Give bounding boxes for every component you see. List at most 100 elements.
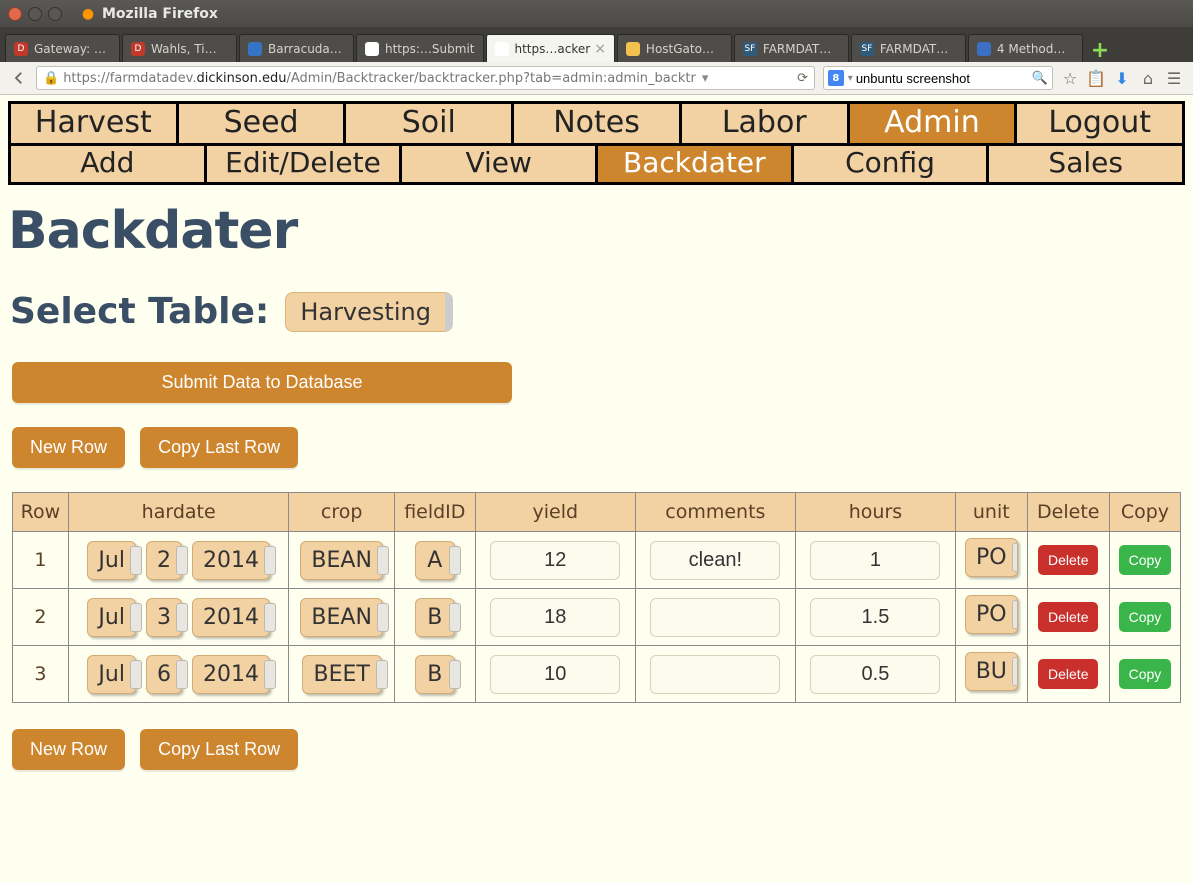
tab-label: https:…Submit xyxy=(385,42,475,56)
main-nav-soil[interactable]: Soil xyxy=(346,104,514,143)
copy-last-row-button-bottom[interactable]: Copy Last Row xyxy=(140,729,298,770)
crop-select[interactable]: BEAN xyxy=(300,598,383,637)
sub-nav-config[interactable]: Config xyxy=(794,146,990,182)
yield-input[interactable] xyxy=(490,541,620,580)
browser-tab[interactable]: Barracuda… xyxy=(239,34,354,62)
back-button[interactable] xyxy=(6,65,32,91)
submit-button[interactable]: Submit Data to Database xyxy=(12,362,512,403)
tab-label: Gateway: … xyxy=(34,42,106,56)
yield-input[interactable] xyxy=(490,598,620,637)
hours-input[interactable] xyxy=(810,541,940,580)
url-bar[interactable]: 🔒 https://farmdatadev.dickinson.edu/Admi… xyxy=(36,66,815,90)
delete-row-button[interactable]: Delete xyxy=(1038,602,1098,632)
copy-row-button[interactable]: Copy xyxy=(1119,545,1172,575)
unit-select[interactable]: PO xyxy=(965,538,1018,577)
browser-tab[interactable]: https:…Submit xyxy=(356,34,484,62)
field-select[interactable]: B xyxy=(415,655,455,694)
field-select[interactable]: B xyxy=(415,598,455,637)
window-minimize-button[interactable] xyxy=(28,7,42,21)
delete-row-button[interactable]: Delete xyxy=(1038,545,1098,575)
year-select[interactable]: 2014 xyxy=(192,541,270,580)
search-bar[interactable]: 8 ▾ 🔍 xyxy=(823,66,1053,90)
new-row-button-bottom[interactable]: New Row xyxy=(12,729,125,770)
copy-row-button[interactable]: Copy xyxy=(1119,659,1172,689)
tab-favicon: SF xyxy=(860,42,874,56)
browser-tab[interactable]: HostGato… xyxy=(617,34,732,62)
month-select[interactable]: Jul xyxy=(87,541,136,580)
browser-navbar: 🔒 https://farmdatadev.dickinson.edu/Admi… xyxy=(0,62,1193,95)
sub-nav-view[interactable]: View xyxy=(402,146,598,182)
field-select[interactable]: A xyxy=(415,541,455,580)
yield-input[interactable] xyxy=(490,655,620,694)
delete-row-button[interactable]: Delete xyxy=(1038,659,1098,689)
year-select[interactable]: 2014 xyxy=(192,598,270,637)
url-proto: https:// xyxy=(63,71,110,86)
tab-favicon: SF xyxy=(743,42,757,56)
copy-row-button[interactable]: Copy xyxy=(1119,602,1172,632)
table-row: 2Jul32014BEANBPODeleteCopy xyxy=(13,589,1181,646)
google-icon: 8 xyxy=(828,70,844,86)
day-select[interactable]: 2 xyxy=(146,541,182,580)
copy-last-row-button-top[interactable]: Copy Last Row xyxy=(140,427,298,468)
main-nav-admin[interactable]: Admin xyxy=(850,104,1018,143)
crop-select[interactable]: BEAN xyxy=(300,541,383,580)
sub-nav-editdelete[interactable]: Edit/Delete xyxy=(207,146,403,182)
comments-input[interactable] xyxy=(650,598,780,637)
tab-favicon xyxy=(495,42,509,56)
unit-select[interactable]: PO xyxy=(965,595,1018,634)
bookmark-star-icon[interactable]: ☆ xyxy=(1057,65,1083,91)
menu-icon[interactable]: ☰ xyxy=(1161,65,1187,91)
data-table: RowhardatecropfieldIDyieldcommentshoursu… xyxy=(12,492,1181,703)
sub-nav-add[interactable]: Add xyxy=(11,146,207,182)
main-nav-seed[interactable]: Seed xyxy=(179,104,347,143)
reload-button[interactable]: ⟳ xyxy=(797,71,808,86)
clipboard-icon[interactable]: 📋 xyxy=(1083,65,1109,91)
sub-nav-sales[interactable]: Sales xyxy=(989,146,1182,182)
home-icon[interactable]: ⌂ xyxy=(1135,65,1161,91)
col-unit: unit xyxy=(955,493,1027,532)
hours-input[interactable] xyxy=(810,655,940,694)
month-select[interactable]: Jul xyxy=(87,655,136,694)
hours-input[interactable] xyxy=(810,598,940,637)
window-title: Mozilla Firefox xyxy=(102,6,218,22)
table-row: 3Jul62014BEETBBUDeleteCopy xyxy=(13,646,1181,703)
search-input[interactable] xyxy=(856,71,1032,86)
browser-tab[interactable]: SFFARMDAT… xyxy=(734,34,849,62)
comments-input[interactable] xyxy=(650,655,780,694)
window-titlebar: ● Mozilla Firefox xyxy=(0,0,1193,27)
browser-tab[interactable]: DGateway: … xyxy=(5,34,120,62)
browser-tab[interactable]: 4 Method… xyxy=(968,34,1083,62)
browser-tab[interactable]: SFFARMDAT… xyxy=(851,34,966,62)
day-select[interactable]: 6 xyxy=(146,655,182,694)
main-nav-logout[interactable]: Logout xyxy=(1017,104,1182,143)
browser-tab[interactable]: DWahls, Ti… xyxy=(122,34,237,62)
tab-favicon xyxy=(365,42,379,56)
unit-select[interactable]: BU xyxy=(965,652,1018,691)
main-nav-notes[interactable]: Notes xyxy=(514,104,682,143)
tab-close-icon[interactable]: × xyxy=(590,41,606,57)
table-select-value: Harvesting xyxy=(300,298,431,326)
new-tab-button[interactable]: + xyxy=(1088,38,1112,62)
comments-input[interactable] xyxy=(650,541,780,580)
day-select[interactable]: 3 xyxy=(146,598,182,637)
main-nav-labor[interactable]: Labor xyxy=(682,104,850,143)
new-row-button-top[interactable]: New Row xyxy=(12,427,125,468)
downloads-icon[interactable]: ⬇ xyxy=(1109,65,1135,91)
url-sub: farmdatadev. xyxy=(110,71,197,86)
year-select[interactable]: 2014 xyxy=(192,655,270,694)
window-close-button[interactable] xyxy=(8,7,22,21)
browser-tab[interactable]: https…acker× xyxy=(486,34,615,62)
month-select[interactable]: Jul xyxy=(87,598,136,637)
browser-tabstrip: DGateway: …DWahls, Ti… Barracuda… https:…S… xyxy=(0,27,1193,62)
tab-favicon xyxy=(977,42,991,56)
crop-select[interactable]: BEET xyxy=(302,655,382,694)
sub-nav-backdater[interactable]: Backdater xyxy=(598,146,794,182)
main-nav-harvest[interactable]: Harvest xyxy=(11,104,179,143)
lock-icon: 🔒 xyxy=(43,71,59,86)
tab-label: Barracuda… xyxy=(268,42,342,56)
window-maximize-button[interactable] xyxy=(48,7,62,21)
col-fieldid: fieldID xyxy=(394,493,475,532)
tab-label: Wahls, Ti… xyxy=(151,42,217,56)
table-select[interactable]: Harvesting xyxy=(285,292,453,332)
search-icon[interactable]: 🔍 xyxy=(1032,71,1048,86)
